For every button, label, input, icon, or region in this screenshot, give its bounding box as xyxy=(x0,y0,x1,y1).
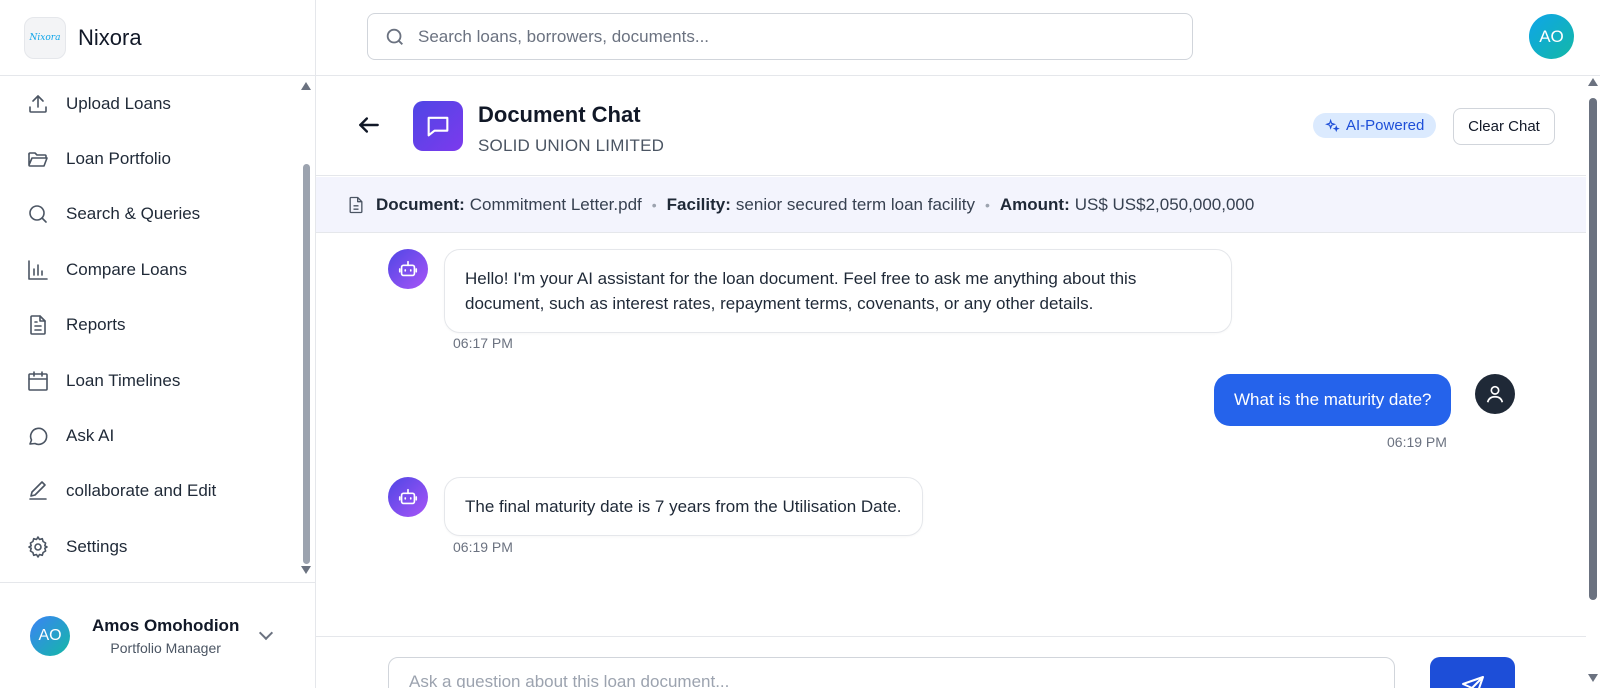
pen-icon xyxy=(29,481,47,501)
user-message: What is the maturity date? xyxy=(1214,374,1452,426)
sidebar-item-loan-timelines[interactable]: Loan Timelines xyxy=(0,353,300,408)
document-icon xyxy=(30,315,46,336)
user-name: Amos Omohodion xyxy=(92,615,240,635)
sidebar: Nixora Nixora Upload Loans Loan Portfoli… xyxy=(0,0,316,688)
assistant-message: The final maturity date is 7 years from … xyxy=(444,477,923,536)
message-timestamp: 06:17 PM xyxy=(453,335,513,351)
scrollbar-thumb[interactable] xyxy=(1589,98,1597,600)
folder-icon xyxy=(28,152,48,167)
chevron-down-icon[interactable] xyxy=(259,625,274,640)
sidebar-item-loan-portfolio[interactable]: Loan Portfolio xyxy=(0,131,300,186)
message-composer xyxy=(316,636,1586,688)
clear-chat-button[interactable]: Clear Chat xyxy=(1453,108,1555,145)
sidebar-item-label: Search & Queries xyxy=(66,204,201,224)
badge-label: AI-Powered xyxy=(1346,117,1425,134)
user-profile-menu[interactable]: AO Amos Omohodion Portfolio Manager xyxy=(0,582,316,688)
user-role: Portfolio Manager xyxy=(110,639,221,656)
message-square-icon xyxy=(427,116,449,137)
bot-icon xyxy=(398,260,418,277)
sidebar-item-label: Reports xyxy=(66,315,126,335)
user-icon xyxy=(1486,385,1504,403)
message-list: Hello! I'm your AI assistant for the loa… xyxy=(316,233,1586,688)
message-line: document, such as interest rates, repaym… xyxy=(465,294,1094,313)
scroll-up-arrow[interactable] xyxy=(301,82,311,90)
separator: • xyxy=(651,196,657,213)
bot-icon xyxy=(398,488,418,505)
message-timestamp: 06:19 PM xyxy=(1387,434,1447,450)
brand-name: Nixora xyxy=(78,24,142,50)
sparkles-icon xyxy=(1325,118,1340,133)
calendar-icon xyxy=(28,370,48,391)
document-chat-panel: Document Chat SOLID UNION LIMITED AI-Pow… xyxy=(316,76,1586,688)
sidebar-item-reports[interactable]: Reports xyxy=(0,298,300,353)
send-button[interactable] xyxy=(1430,657,1515,688)
document-info-bar: Document: Commitment Letter.pdf • Facili… xyxy=(316,177,1586,233)
document-chat-logo xyxy=(413,101,463,151)
amount-value: US$ US$2,050,000,000 xyxy=(1074,194,1255,214)
user-avatar xyxy=(1475,374,1515,414)
document-icon xyxy=(349,196,363,213)
sidebar-item-label: Loan Portfolio xyxy=(66,149,171,169)
separator: • xyxy=(984,196,990,213)
gear-icon xyxy=(28,536,48,558)
scroll-up-arrow[interactable] xyxy=(1588,78,1598,86)
sidebar-item-label: collaborate and Edit xyxy=(66,481,217,501)
back-button[interactable] xyxy=(356,112,382,138)
amount-label: Amount: xyxy=(999,194,1070,214)
brand[interactable]: Nixora Nixora xyxy=(0,0,315,76)
borrower-name: SOLID UNION LIMITED xyxy=(478,136,665,155)
assistant-message: Hello! I'm your AI assistant for the loa… xyxy=(444,249,1232,333)
sidebar-item-label: Compare Loans xyxy=(66,259,187,279)
message-icon xyxy=(29,427,48,446)
upload-icon xyxy=(29,94,47,113)
sidebar-item-compare-loans[interactable]: Compare Loans xyxy=(0,242,300,297)
bar-chart-icon xyxy=(28,260,48,280)
main-scrollbar[interactable] xyxy=(1586,76,1600,688)
bot-avatar xyxy=(388,477,428,517)
search-icon xyxy=(386,28,403,45)
user-info: Amos Omohodion Portfolio Manager xyxy=(92,616,239,656)
scroll-down-arrow[interactable] xyxy=(301,566,311,574)
chat-header: Document Chat SOLID UNION LIMITED AI-Pow… xyxy=(316,76,1586,176)
document-value: Commitment Letter.pdf xyxy=(469,194,642,214)
avatar: AO xyxy=(30,615,70,656)
sidebar-item-upload-loans[interactable]: Upload Loans xyxy=(0,76,300,131)
ai-powered-badge: AI-Powered xyxy=(1313,113,1437,138)
send-icon xyxy=(1461,676,1484,688)
scroll-down-arrow[interactable] xyxy=(1588,674,1598,682)
facility-value: senior secured term loan facility xyxy=(735,194,975,214)
sidebar-item-label: Ask AI xyxy=(66,426,115,446)
document-label: Document: xyxy=(376,194,465,214)
arrow-left-icon xyxy=(359,117,379,133)
message-timestamp: 06:19 PM xyxy=(453,539,513,555)
sidebar-scrollbar[interactable] xyxy=(300,80,312,580)
scrollbar-thumb[interactable] xyxy=(303,164,310,564)
brand-logo: Nixora xyxy=(24,16,66,59)
sidebar-item-label: Upload Loans xyxy=(66,93,171,113)
bot-avatar xyxy=(388,249,428,289)
message-line: Hello! I'm your AI assistant for the loa… xyxy=(465,269,1137,288)
sidebar-item-ask-ai[interactable]: Ask AI xyxy=(0,408,300,463)
avatar[interactable]: AO xyxy=(1529,14,1574,59)
sidebar-item-label: Loan Timelines xyxy=(66,370,181,390)
sidebar-item-collaborate-edit[interactable]: collaborate and Edit xyxy=(0,464,300,519)
chat-input[interactable] xyxy=(388,657,1395,688)
sidebar-item-label: Settings xyxy=(66,536,128,556)
search-input[interactable] xyxy=(418,26,1178,47)
search-icon xyxy=(29,205,47,224)
sidebar-item-settings[interactable]: Settings xyxy=(0,519,300,574)
sidebar-nav: Upload Loans Loan Portfolio Search & Que… xyxy=(0,76,300,582)
top-bar: AO xyxy=(316,0,1600,76)
page-title: Document Chat xyxy=(478,102,641,127)
global-search[interactable] xyxy=(367,13,1193,60)
facility-label: Facility: xyxy=(666,194,731,214)
sidebar-item-search-queries[interactable]: Search & Queries xyxy=(0,187,300,242)
